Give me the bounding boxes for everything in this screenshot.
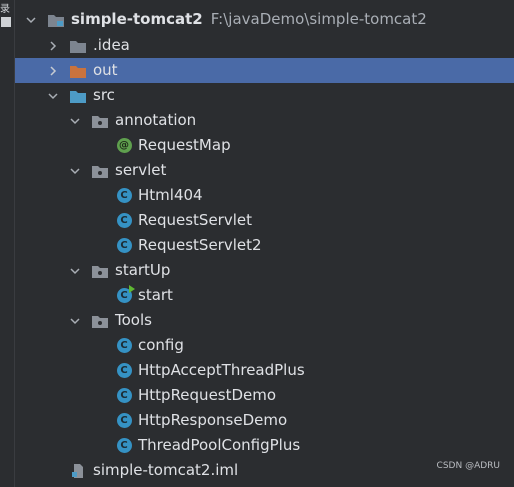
package-icon — [91, 313, 109, 329]
tree-item-label: simple-tomcat2.iml — [93, 461, 239, 479]
tool-strip-icon[interactable] — [1, 17, 11, 27]
tree-row-requestservlet[interactable]: C RequestServlet — [15, 208, 514, 233]
tree-row-requestservlet2[interactable]: C RequestServlet2 — [15, 233, 514, 258]
chevron-down-icon[interactable] — [23, 12, 39, 28]
class-icon: C — [115, 413, 133, 429]
tree-item-label: HttpAcceptThreadPlus — [138, 361, 305, 379]
tree-item-label: RequestServlet — [138, 211, 253, 229]
module-folder-icon — [47, 12, 65, 28]
tree-row-httpresponsedemo[interactable]: C HttpResponseDemo — [15, 408, 514, 433]
class-icon: C — [115, 188, 133, 204]
run-badge-icon — [128, 285, 135, 293]
tree-row-httpacceptthreadplus[interactable]: C HttpAcceptThreadPlus — [15, 358, 514, 383]
excluded-folder-icon — [69, 63, 87, 79]
class-icon: C — [115, 238, 133, 254]
chevron-right-icon[interactable] — [45, 38, 61, 54]
class-icon: C — [115, 338, 133, 354]
folder-icon — [69, 38, 87, 54]
project-path: F:\javaDemo\simple-tomcat2 — [210, 10, 427, 28]
chevron-down-icon[interactable] — [67, 313, 83, 329]
tree-item-label: src — [93, 86, 115, 104]
annotation-icon: @ — [115, 138, 133, 154]
tree-row-servlet[interactable]: servlet — [15, 158, 514, 183]
tree-row-html404[interactable]: C Html404 — [15, 183, 514, 208]
tree-row-idea[interactable]: .idea — [15, 33, 514, 58]
source-folder-icon — [69, 88, 87, 104]
tree-item-label: ThreadPoolConfigPlus — [138, 436, 301, 454]
tree-item-label: RequestMap — [138, 136, 231, 154]
runnable-class-icon: C — [115, 285, 135, 304]
tree-item-label: Html404 — [138, 186, 203, 204]
tree-row-httprequestdemo[interactable]: C HttpRequestDemo — [15, 383, 514, 408]
tree-row-out[interactable]: out — [15, 58, 514, 83]
class-icon: C — [115, 388, 133, 404]
tree-item-label: .idea — [93, 36, 130, 54]
tool-strip-glyph: 录 — [0, 4, 10, 15]
chevron-right-icon[interactable] — [45, 63, 61, 79]
tree-item-label: config — [138, 336, 184, 354]
tree-item-label: HttpResponseDemo — [138, 411, 288, 429]
tree-row-annotation[interactable]: annotation — [15, 108, 514, 133]
iml-file-icon — [69, 463, 87, 479]
class-icon: C — [115, 363, 133, 379]
tree-row-requestmap[interactable]: @ RequestMap — [15, 133, 514, 158]
class-icon: C — [115, 438, 133, 454]
project-name: simple-tomcat2 — [71, 10, 203, 28]
class-icon: C — [115, 213, 133, 229]
chevron-down-icon[interactable] — [67, 163, 83, 179]
tree-item-label: HttpRequestDemo — [138, 386, 277, 404]
package-icon — [91, 263, 109, 279]
tree-item-label: Tools — [115, 311, 152, 329]
tree-row-src[interactable]: src — [15, 83, 514, 108]
tree-item-label: annotation — [115, 111, 197, 129]
left-tool-strip: 录 — [0, 0, 14, 487]
package-icon — [91, 163, 109, 179]
tree-row-config[interactable]: C config — [15, 333, 514, 358]
watermark: CSDN @ADRU — [436, 461, 500, 471]
chevron-down-icon[interactable] — [67, 263, 83, 279]
tree-item-label: servlet — [115, 161, 167, 179]
tree-row-startup[interactable]: startUp — [15, 258, 514, 283]
tree-item-label: start — [138, 286, 173, 304]
chevron-down-icon[interactable] — [45, 88, 61, 104]
tree-row-tools[interactable]: Tools — [15, 308, 514, 333]
tree-row-threadpoolconfigplus[interactable]: C ThreadPoolConfigPlus — [15, 433, 514, 458]
tree-row-root[interactable]: simple-tomcat2 F:\javaDemo\simple-tomcat2 — [15, 7, 514, 32]
tree-item-label: RequestServlet2 — [138, 236, 262, 254]
chevron-down-icon[interactable] — [67, 113, 83, 129]
tree-item-label: startUp — [115, 261, 171, 279]
root-project-name: simple-tomcat2 F:\javaDemo\simple-tomcat2 — [71, 7, 427, 32]
tree-item-label: out — [93, 61, 118, 79]
package-icon — [91, 113, 109, 129]
tree-row-start[interactable]: C start — [15, 283, 514, 308]
